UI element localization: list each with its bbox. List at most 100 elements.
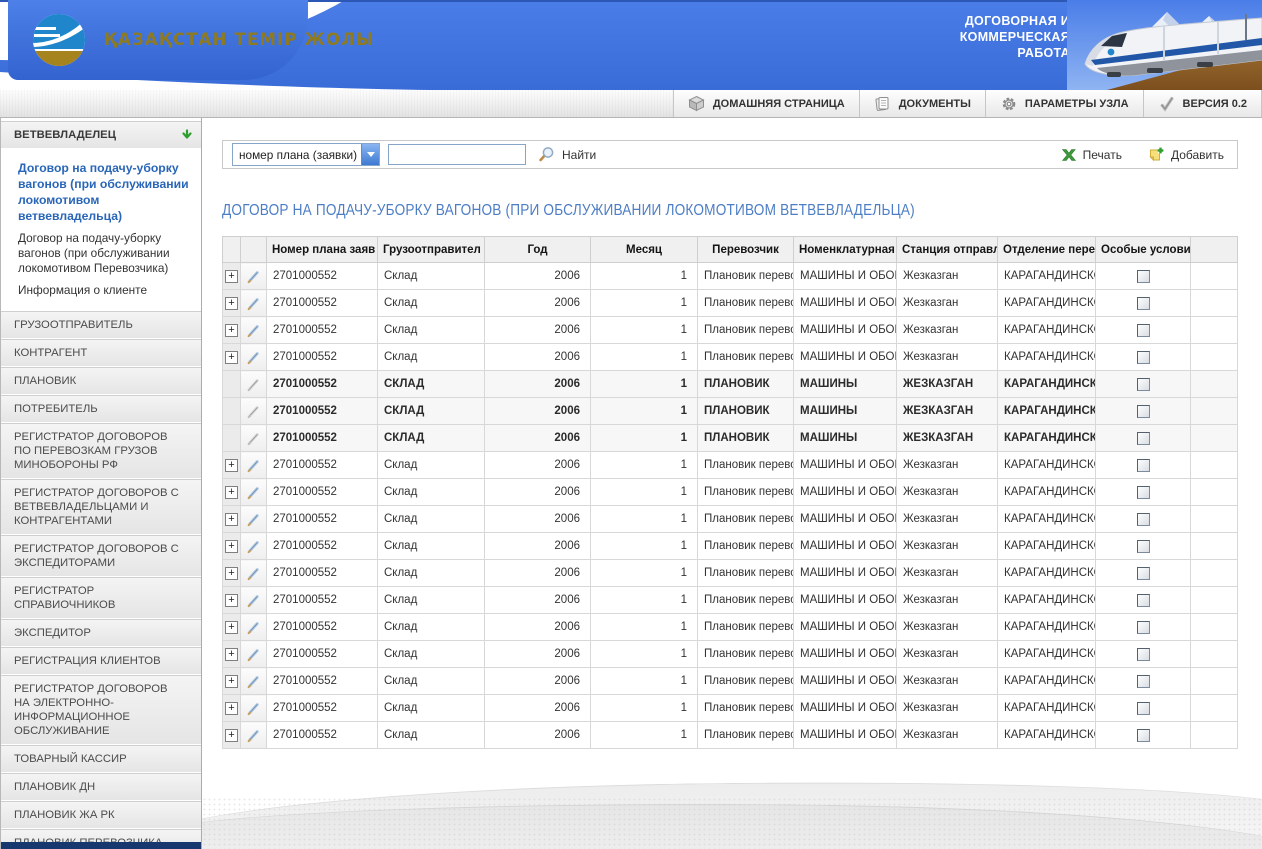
- sidebar-section[interactable]: ПЛАНОВИК ЖА РК: [1, 801, 201, 829]
- edit-pencil-icon[interactable]: [246, 674, 261, 689]
- special-conditions-checkbox[interactable]: [1137, 594, 1150, 607]
- special-conditions-checkbox[interactable]: [1137, 702, 1150, 715]
- edit-pencil-icon[interactable]: [246, 269, 261, 284]
- edit-pencil-icon[interactable]: [246, 701, 261, 716]
- expand-cell: [223, 263, 241, 290]
- special-conditions-checkbox[interactable]: [1137, 513, 1150, 526]
- edit-pencil-icon[interactable]: [246, 485, 261, 500]
- edit-pencil-icon[interactable]: [246, 431, 261, 446]
- expand-button[interactable]: [225, 729, 238, 742]
- special-conditions-checkbox[interactable]: [1137, 378, 1150, 391]
- table-row: 2701000552 Склад 2006 1 Плановик перево …: [223, 452, 1238, 479]
- expand-button[interactable]: [225, 702, 238, 715]
- sidebar-section[interactable]: РЕГИСТРАТОР ДОГОВОРОВ ПО ПЕРЕВОЗКАМ ГРУЗ…: [1, 423, 201, 479]
- sidebar-section[interactable]: РЕГИСТРАТОР СПРАВИОЧНИКОВ: [1, 577, 201, 619]
- special-conditions-checkbox[interactable]: [1137, 675, 1150, 688]
- plan-number-cell: 2701000552: [267, 425, 378, 452]
- sidebar-section[interactable]: ЭКСПЕДИТОР: [1, 619, 201, 647]
- special-conditions-checkbox[interactable]: [1137, 459, 1150, 472]
- expand-button[interactable]: [225, 459, 238, 472]
- sidebar-section[interactable]: ГРУЗООТПРАВИТЕЛЬ: [1, 311, 201, 339]
- sidebar-section[interactable]: ПЛАНОВИК: [1, 367, 201, 395]
- expand-cell: [223, 398, 241, 425]
- sidebar-section[interactable]: РЕГИСТРАТОР ДОГОВОРОВ С ВЕТВЕВЛАДЕЛЬЦАМИ…: [1, 479, 201, 535]
- sidebar-section[interactable]: ПЛАНОВИК ДН: [1, 773, 201, 801]
- expand-button[interactable]: [225, 567, 238, 580]
- sidebar-section-label: ПЛАНОВИК: [14, 375, 76, 387]
- special-conditions-checkbox[interactable]: [1137, 621, 1150, 634]
- print-button[interactable]: Печать: [1061, 147, 1122, 163]
- edit-pencil-icon[interactable]: [246, 728, 261, 743]
- division-cell: КАРАГАНДИНСКО: [998, 668, 1096, 695]
- edit-pencil-icon[interactable]: [246, 323, 261, 338]
- sidebar-section-label: РЕГИСТРАТОР ДОГОВОРОВ НА ЭЛЕКТРОННО-ИНФО…: [14, 683, 168, 737]
- sidebar-submenu-link[interactable]: Договор на подачу-уборку вагонов (при об…: [1, 228, 201, 280]
- column-header-special-conditions: Особые условия: [1096, 237, 1191, 263]
- expand-button[interactable]: [225, 486, 238, 499]
- edit-pencil-icon[interactable]: [246, 566, 261, 581]
- add-button[interactable]: Добавить: [1148, 146, 1224, 163]
- special-conditions-checkbox[interactable]: [1137, 648, 1150, 661]
- special-conditions-checkbox[interactable]: [1137, 567, 1150, 580]
- sidebar-section-label: ПОТРЕБИТЕЛЬ: [14, 403, 98, 415]
- expand-button[interactable]: [225, 513, 238, 526]
- expand-button[interactable]: [225, 270, 238, 283]
- sidebar-section[interactable]: РЕГИСТРАТОР ДОГОВОРОВ С ЭКСПЕДИТОРАМИ: [1, 535, 201, 577]
- sidebar-section[interactable]: ПОТРЕБИТЕЛЬ: [1, 395, 201, 423]
- table-header-row: Номер плана заяв Грузоотправител Год Мес…: [223, 237, 1238, 263]
- search-field-select[interactable]: номер плана (заявки): [232, 143, 380, 166]
- special-conditions-checkbox[interactable]: [1137, 270, 1150, 283]
- sidebar-submenu-link[interactable]: Информация о клиенте: [1, 280, 201, 302]
- edit-pencil-icon[interactable]: [246, 458, 261, 473]
- special-conditions-checkbox[interactable]: [1137, 486, 1150, 499]
- expand-button[interactable]: [225, 648, 238, 661]
- special-conditions-checkbox[interactable]: [1137, 432, 1150, 445]
- edit-cell: [241, 533, 267, 560]
- edit-pencil-icon[interactable]: [246, 620, 261, 635]
- expand-button[interactable]: [225, 540, 238, 553]
- carrier-cell: Плановик перево: [698, 452, 794, 479]
- nomenclature-cell: МАШИНЫ И ОБОР: [794, 722, 897, 749]
- sidebar-bottom-section-strip: [1, 842, 201, 849]
- edit-pencil-icon[interactable]: [246, 593, 261, 608]
- special-conditions-checkbox[interactable]: [1137, 324, 1150, 337]
- sidebar-section-vetvevladelec[interactable]: ВЕТВЕВЛАДЕЛЕЦ: [1, 121, 201, 149]
- edit-pencil-icon[interactable]: [246, 404, 261, 419]
- edit-pencil-icon[interactable]: [246, 377, 261, 392]
- expand-button[interactable]: [225, 297, 238, 310]
- nav-tab-label: ДОКУМЕНТЫ: [899, 98, 971, 110]
- division-cell: КАРАГАНДИНСКО: [998, 398, 1096, 425]
- carrier-cell: Плановик перево: [698, 641, 794, 668]
- station-cell: Жезказган: [897, 722, 998, 749]
- year-cell: 2006: [485, 479, 591, 506]
- special-conditions-checkbox[interactable]: [1137, 729, 1150, 742]
- sidebar-submenu-link[interactable]: Договор на подачу-уборку вагонов (при об…: [1, 157, 201, 228]
- sidebar-section[interactable]: РЕГИСТРАТОР ДОГОВОРОВ НА ЭЛЕКТРОННО-ИНФО…: [1, 675, 201, 745]
- edit-pencil-icon[interactable]: [246, 296, 261, 311]
- special-conditions-checkbox[interactable]: [1137, 405, 1150, 418]
- special-conditions-checkbox[interactable]: [1137, 297, 1150, 310]
- edit-pencil-icon[interactable]: [246, 539, 261, 554]
- sidebar-section[interactable]: РЕГИСТРАЦИЯ КЛИЕНТОВ: [1, 647, 201, 675]
- plan-number-cell: 2701000552: [267, 317, 378, 344]
- expand-button[interactable]: [225, 594, 238, 607]
- plan-number-cell: 2701000552: [267, 695, 378, 722]
- edit-pencil-icon[interactable]: [246, 512, 261, 527]
- station-cell: Жезказган: [897, 641, 998, 668]
- expand-button[interactable]: [225, 675, 238, 688]
- find-button[interactable]: Найти: [538, 146, 596, 163]
- special-conditions-checkbox[interactable]: [1137, 540, 1150, 553]
- edit-pencil-icon[interactable]: [246, 647, 261, 662]
- search-input[interactable]: [388, 144, 526, 165]
- nav-tab-documents[interactable]: ДОКУМЕНТЫ: [859, 90, 985, 117]
- nav-tab-node-parameters[interactable]: ПАРАМЕТРЫ УЗЛА: [985, 90, 1143, 117]
- sidebar-section[interactable]: КОНТРАГЕНТ: [1, 339, 201, 367]
- sidebar-section[interactable]: ТОВАРНЫЙ КАССИР: [1, 745, 201, 773]
- special-conditions-checkbox[interactable]: [1137, 351, 1150, 364]
- nav-tab-version[interactable]: ВЕРСИЯ 0.2: [1143, 90, 1262, 117]
- edit-pencil-icon[interactable]: [246, 350, 261, 365]
- expand-button[interactable]: [225, 324, 238, 337]
- nav-tab-home[interactable]: ДОМАШНЯЯ СТРАНИЦА: [673, 90, 859, 117]
- expand-button[interactable]: [225, 351, 238, 364]
- expand-button[interactable]: [225, 621, 238, 634]
